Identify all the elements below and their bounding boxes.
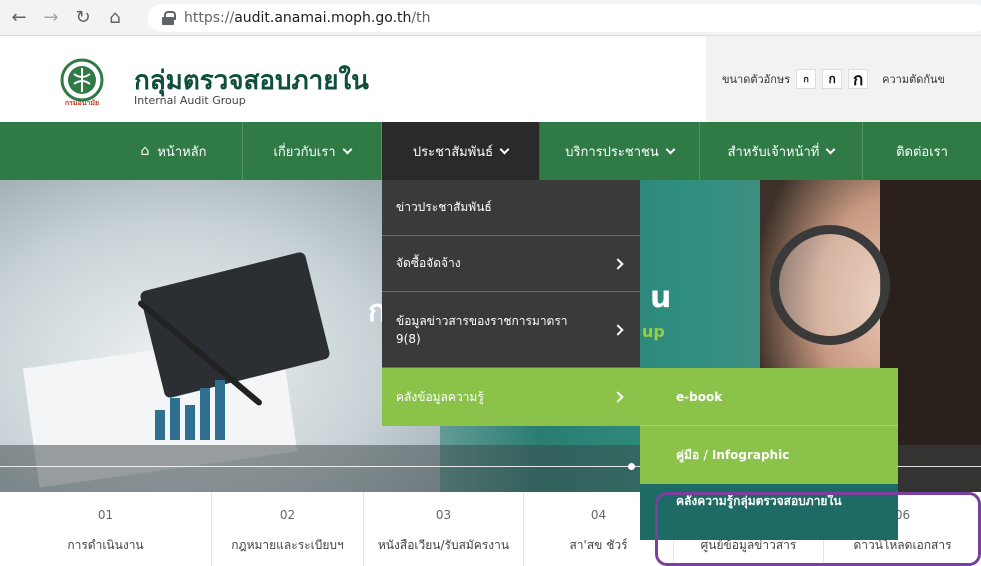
house-icon: ⌂	[140, 143, 150, 159]
tab-number: 01	[97, 508, 114, 522]
category-tab-2[interactable]: 02 กฎหมายและระเบียบฯ	[212, 492, 364, 566]
submenu-item-infographic[interactable]: คู่มือ / Infographic	[640, 426, 898, 484]
reload-icon[interactable]: ↻	[70, 5, 96, 31]
chevron-down-icon	[665, 144, 676, 154]
annotation-highlight-box	[655, 492, 981, 566]
category-tab-1[interactable]: 01 การดำเนินงาน	[0, 492, 212, 566]
main-navigation: ⌂ หน้าหลัก เกี่ยวกับเรา ประชาสัมพันธ์ บร…	[0, 122, 981, 180]
chevron-down-icon	[499, 144, 510, 154]
hero-subtitle: up	[642, 322, 665, 341]
submenu-item-label: คู่มือ / Infographic	[676, 447, 790, 462]
magnifier-icon	[770, 225, 890, 345]
nav-item-home[interactable]: ⌂ หน้าหลัก	[105, 122, 243, 180]
lock-icon	[162, 11, 176, 25]
tab-number: 03	[435, 508, 452, 522]
url-path: /th	[411, 10, 431, 26]
nav-item-label: หน้าหลัก	[157, 144, 207, 160]
forward-icon[interactable]: →	[38, 5, 64, 31]
chevron-down-icon	[825, 144, 836, 154]
nav-item-label: เกี่ยวกับเรา	[273, 144, 336, 160]
dropdown-item-knowledge[interactable]: คลังข้อมูลความรู้	[382, 368, 640, 426]
chevron-right-icon	[612, 391, 624, 403]
site-header: กรมอนามัย กลุ่มตรวจสอบภายใน Internal Aud…	[0, 36, 981, 122]
dropdown-item-pr-news[interactable]: ข่าวประชาสัมพันธ์	[382, 180, 640, 236]
logo-caption: กรมอนามัย	[64, 99, 100, 107]
chevron-down-icon	[342, 144, 352, 154]
font-size-small-button[interactable]: ก	[796, 69, 817, 89]
dropdown-item-official-info[interactable]: ข้อมูลข่าวสารของราชการมาตรา 9(8)	[382, 292, 640, 368]
chevron-right-icon	[612, 323, 624, 336]
dropdown-item-label: ข่าวประชาสัมพันธ์	[396, 200, 492, 214]
nav-item-about[interactable]: เกี่ยวกับเรา	[243, 122, 382, 180]
nav-item-label: ประชาสัมพันธ์	[412, 144, 494, 160]
department-logo[interactable]: กรมอนามัย	[52, 56, 112, 116]
dropdown-item-label: คลังข้อมูลความรู้	[396, 389, 484, 404]
contrast-label: ความตัดกันข	[882, 73, 946, 86]
nav-item-label: ติดต่อเรา	[896, 144, 948, 160]
url-host: audit.anamai.moph.go.th	[234, 10, 412, 26]
nav-item-staff[interactable]: สำหรับเจ้าหน้าที่	[700, 122, 863, 180]
hero-title: u	[650, 280, 672, 315]
font-size-large-button[interactable]: ก	[848, 69, 869, 90]
submenu-item-ebook[interactable]: e-book	[640, 368, 898, 426]
tab-label: การดำเนินงาน	[67, 538, 144, 552]
nav-item-contact[interactable]: ติดต่อเรา	[863, 122, 981, 180]
nav-item-label: สำหรับเจ้าหน้าที่	[727, 144, 820, 160]
font-size-medium-button[interactable]: ก	[822, 69, 843, 89]
dropdown-item-label: จัดซื้อจัดจ้าง	[396, 256, 461, 270]
home-icon[interactable]: ⌂	[102, 5, 128, 31]
tab-label: กฎหมายและระเบียบฯ	[231, 538, 344, 552]
submenu-item-label: e-book	[676, 389, 723, 404]
tab-label: หนังสือเวียน/รับสมัครงาน	[377, 538, 510, 552]
accessibility-tools: ขนาดตัวอักษร ก ก ก ความตัดกันข	[706, 36, 981, 122]
tab-number: 02	[279, 508, 296, 522]
back-icon[interactable]: ←	[6, 5, 32, 31]
font-size-label: ขนาดตัวอักษร	[722, 73, 791, 86]
nav-item-public-service[interactable]: บริการประชาชน	[540, 122, 700, 180]
dropdown-item-label: ข้อมูลข่าวสารของราชการมาตรา 9(8)	[396, 313, 568, 346]
dropdown-item-procurement[interactable]: จัดซื้อจัดจ้าง	[382, 236, 640, 292]
chevron-right-icon	[612, 257, 624, 270]
pr-dropdown-menu: ข่าวประชาสัมพันธ์ จัดซื้อจัดจ้าง ข้อมูลข…	[382, 180, 640, 426]
slider-dot[interactable]	[628, 463, 635, 470]
site-subtitle: Internal Audit Group	[134, 94, 246, 107]
category-tab-3[interactable]: 03 หนังสือเวียน/รับสมัครงาน	[364, 492, 524, 566]
nav-item-label: บริการประชาชน	[565, 144, 659, 160]
address-bar[interactable]: https://audit.anamai.moph.go.th/th	[148, 4, 981, 32]
browser-toolbar: ← → ↻ ⌂ https://audit.anamai.moph.go.th /…	[0, 0, 981, 36]
nav-item-pr[interactable]: ประชาสัมพันธ์	[382, 122, 540, 180]
url-scheme: https://	[184, 10, 235, 26]
